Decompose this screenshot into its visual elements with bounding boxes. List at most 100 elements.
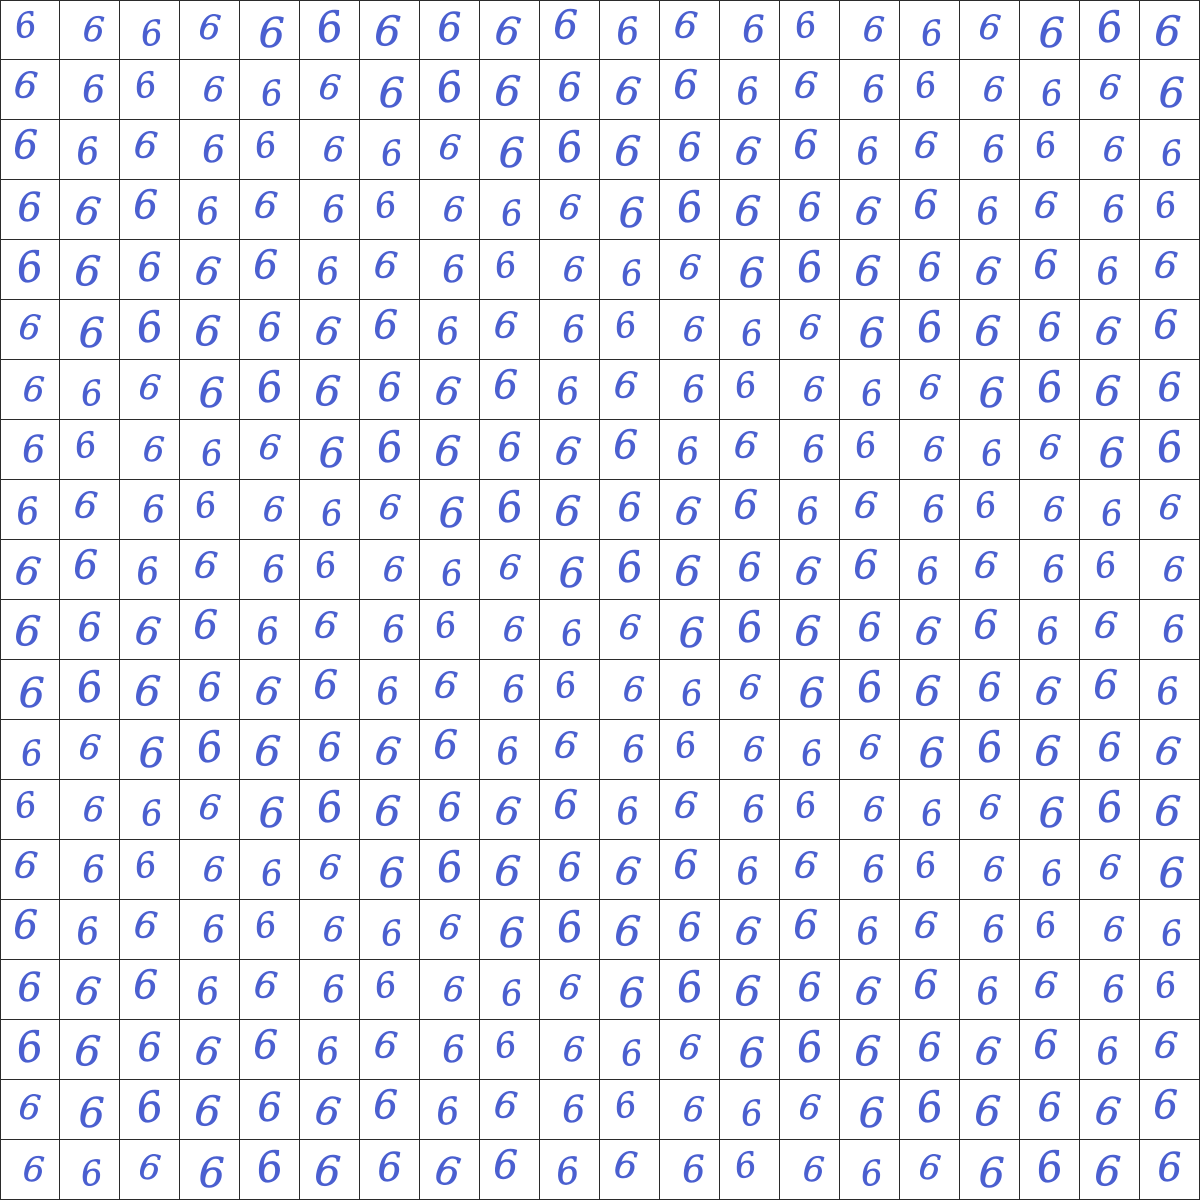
digit-cell: 6 [1080, 720, 1140, 780]
handwritten-digit: 6 [733, 967, 762, 1016]
digit-cell: 6 [60, 240, 120, 300]
digit-cell: 6 [420, 720, 480, 780]
handwritten-digit: 6 [133, 549, 162, 594]
digit-cell: 6 [900, 720, 960, 780]
digit-cell: 6 [360, 1020, 420, 1080]
handwritten-digit: 6 [618, 252, 645, 295]
digit-cell: 6 [480, 0, 540, 60]
digit-cell: 6 [60, 300, 120, 360]
digit-cell: 6 [240, 1080, 300, 1140]
digit-cell: 6 [420, 180, 480, 240]
digit-cell: 6 [240, 300, 300, 360]
digit-cell: 6 [1080, 480, 1140, 540]
handwritten-digit: 6 [1158, 69, 1185, 118]
digit-cell: 6 [540, 960, 600, 1020]
digit-cell: 6 [300, 960, 360, 1020]
digit-cell: 6 [780, 1140, 840, 1200]
handwritten-digit: 6 [72, 662, 107, 714]
digit-cell: 6 [1140, 0, 1200, 60]
digit-cell: 6 [1020, 180, 1080, 240]
handwritten-digit: 6 [671, 724, 700, 767]
handwritten-digit: 6 [861, 789, 886, 830]
handwritten-digit: 6 [1155, 1144, 1184, 1191]
digit-cell: 6 [900, 660, 960, 720]
digit-cell: 6 [1080, 60, 1140, 120]
digit-cell: 6 [360, 240, 420, 300]
handwritten-digit: 6 [551, 723, 580, 768]
digit-cell: 6 [60, 1080, 120, 1140]
digit-cell: 6 [720, 0, 780, 60]
handwritten-digit: 6 [553, 3, 578, 49]
digit-cell: 6 [660, 840, 720, 900]
handwritten-digit: 6 [371, 1023, 400, 1068]
handwritten-digit: 6 [860, 67, 887, 112]
handwritten-digit: 6 [981, 849, 1006, 890]
digit-cell: 6 [540, 840, 600, 900]
handwritten-digit: 6 [738, 249, 765, 298]
digit-cell: 6 [240, 60, 300, 120]
handwritten-digit: 6 [916, 1146, 943, 1189]
handwritten-digit: 6 [1153, 303, 1178, 348]
digit-cell: 6 [0, 1020, 60, 1080]
handwritten-digit: 6 [860, 847, 887, 892]
handwritten-digit: 6 [731, 127, 764, 176]
handwritten-digit: 6 [138, 792, 165, 835]
handwritten-digit: 6 [71, 967, 104, 1016]
digit-cell: 6 [780, 360, 840, 420]
digit-cell: 6 [300, 360, 360, 420]
digit-cell: 6 [360, 480, 420, 540]
digit-cell: 6 [600, 660, 660, 720]
handwritten-digit: 6 [1100, 187, 1127, 232]
digit-cell: 6 [720, 120, 780, 180]
handwritten-digit: 6 [978, 1149, 1005, 1198]
handwritten-digit: 6 [491, 244, 520, 287]
handwritten-digit: 6 [78, 309, 105, 358]
digit-cell: 6 [240, 180, 300, 240]
digit-cell: 6 [900, 600, 960, 660]
digit-cell: 6 [840, 900, 900, 960]
digit-cell: 6 [1140, 480, 1200, 540]
handwritten-digit: 6 [913, 549, 942, 594]
digit-cell: 6 [780, 60, 840, 120]
digit-cell: 6 [840, 60, 900, 120]
digit-cell: 6 [300, 720, 360, 780]
handwritten-digit: 6 [12, 547, 44, 596]
digit-cell: 6 [900, 480, 960, 540]
handwritten-digit: 6 [795, 184, 824, 231]
digit-cell: 6 [60, 720, 120, 780]
handwritten-digit: 6 [798, 732, 825, 775]
digit-cell: 6 [540, 1080, 600, 1140]
digit-cell: 6 [540, 120, 600, 180]
digit-cell: 6 [840, 540, 900, 600]
handwritten-digit: 6 [22, 1149, 46, 1190]
handwritten-digit: 6 [611, 1084, 640, 1127]
handwritten-digit: 6 [373, 303, 398, 348]
handwritten-digit: 6 [911, 607, 944, 656]
digit-cell: 6 [180, 900, 240, 960]
digit-cell: 6 [960, 0, 1020, 60]
handwritten-digit: 6 [313, 249, 342, 294]
handwritten-digit: 6 [1035, 1084, 1064, 1131]
handwritten-digit: 6 [1101, 129, 1126, 170]
handwritten-digit: 6 [973, 1087, 1002, 1136]
digit-cell: 6 [1080, 1080, 1140, 1140]
digit-cell: 6 [600, 300, 660, 360]
digit-cell: 6 [1080, 960, 1140, 1020]
digit-cell: 6 [540, 1140, 600, 1200]
digit-cell: 6 [840, 1020, 900, 1080]
handwritten-digit: 6 [1038, 10, 1065, 58]
digit-cell: 6 [540, 540, 600, 600]
digit-cell: 6 [1080, 900, 1140, 960]
digit-cell: 6 [300, 480, 360, 540]
handwritten-digit: 6 [555, 844, 584, 891]
digit-cell: 6 [60, 420, 120, 480]
digit-cell: 6 [120, 1080, 180, 1140]
handwritten-digit: 6 [81, 789, 106, 830]
digit-cell: 6 [60, 960, 120, 1020]
handwritten-digit: 6 [193, 603, 218, 648]
handwritten-digit: 6 [851, 967, 884, 1016]
handwritten-digit: 6 [1093, 249, 1122, 294]
digit-cell: 6 [0, 780, 60, 840]
digit-cell: 6 [0, 660, 60, 720]
digit-cell: 6 [120, 1020, 180, 1080]
